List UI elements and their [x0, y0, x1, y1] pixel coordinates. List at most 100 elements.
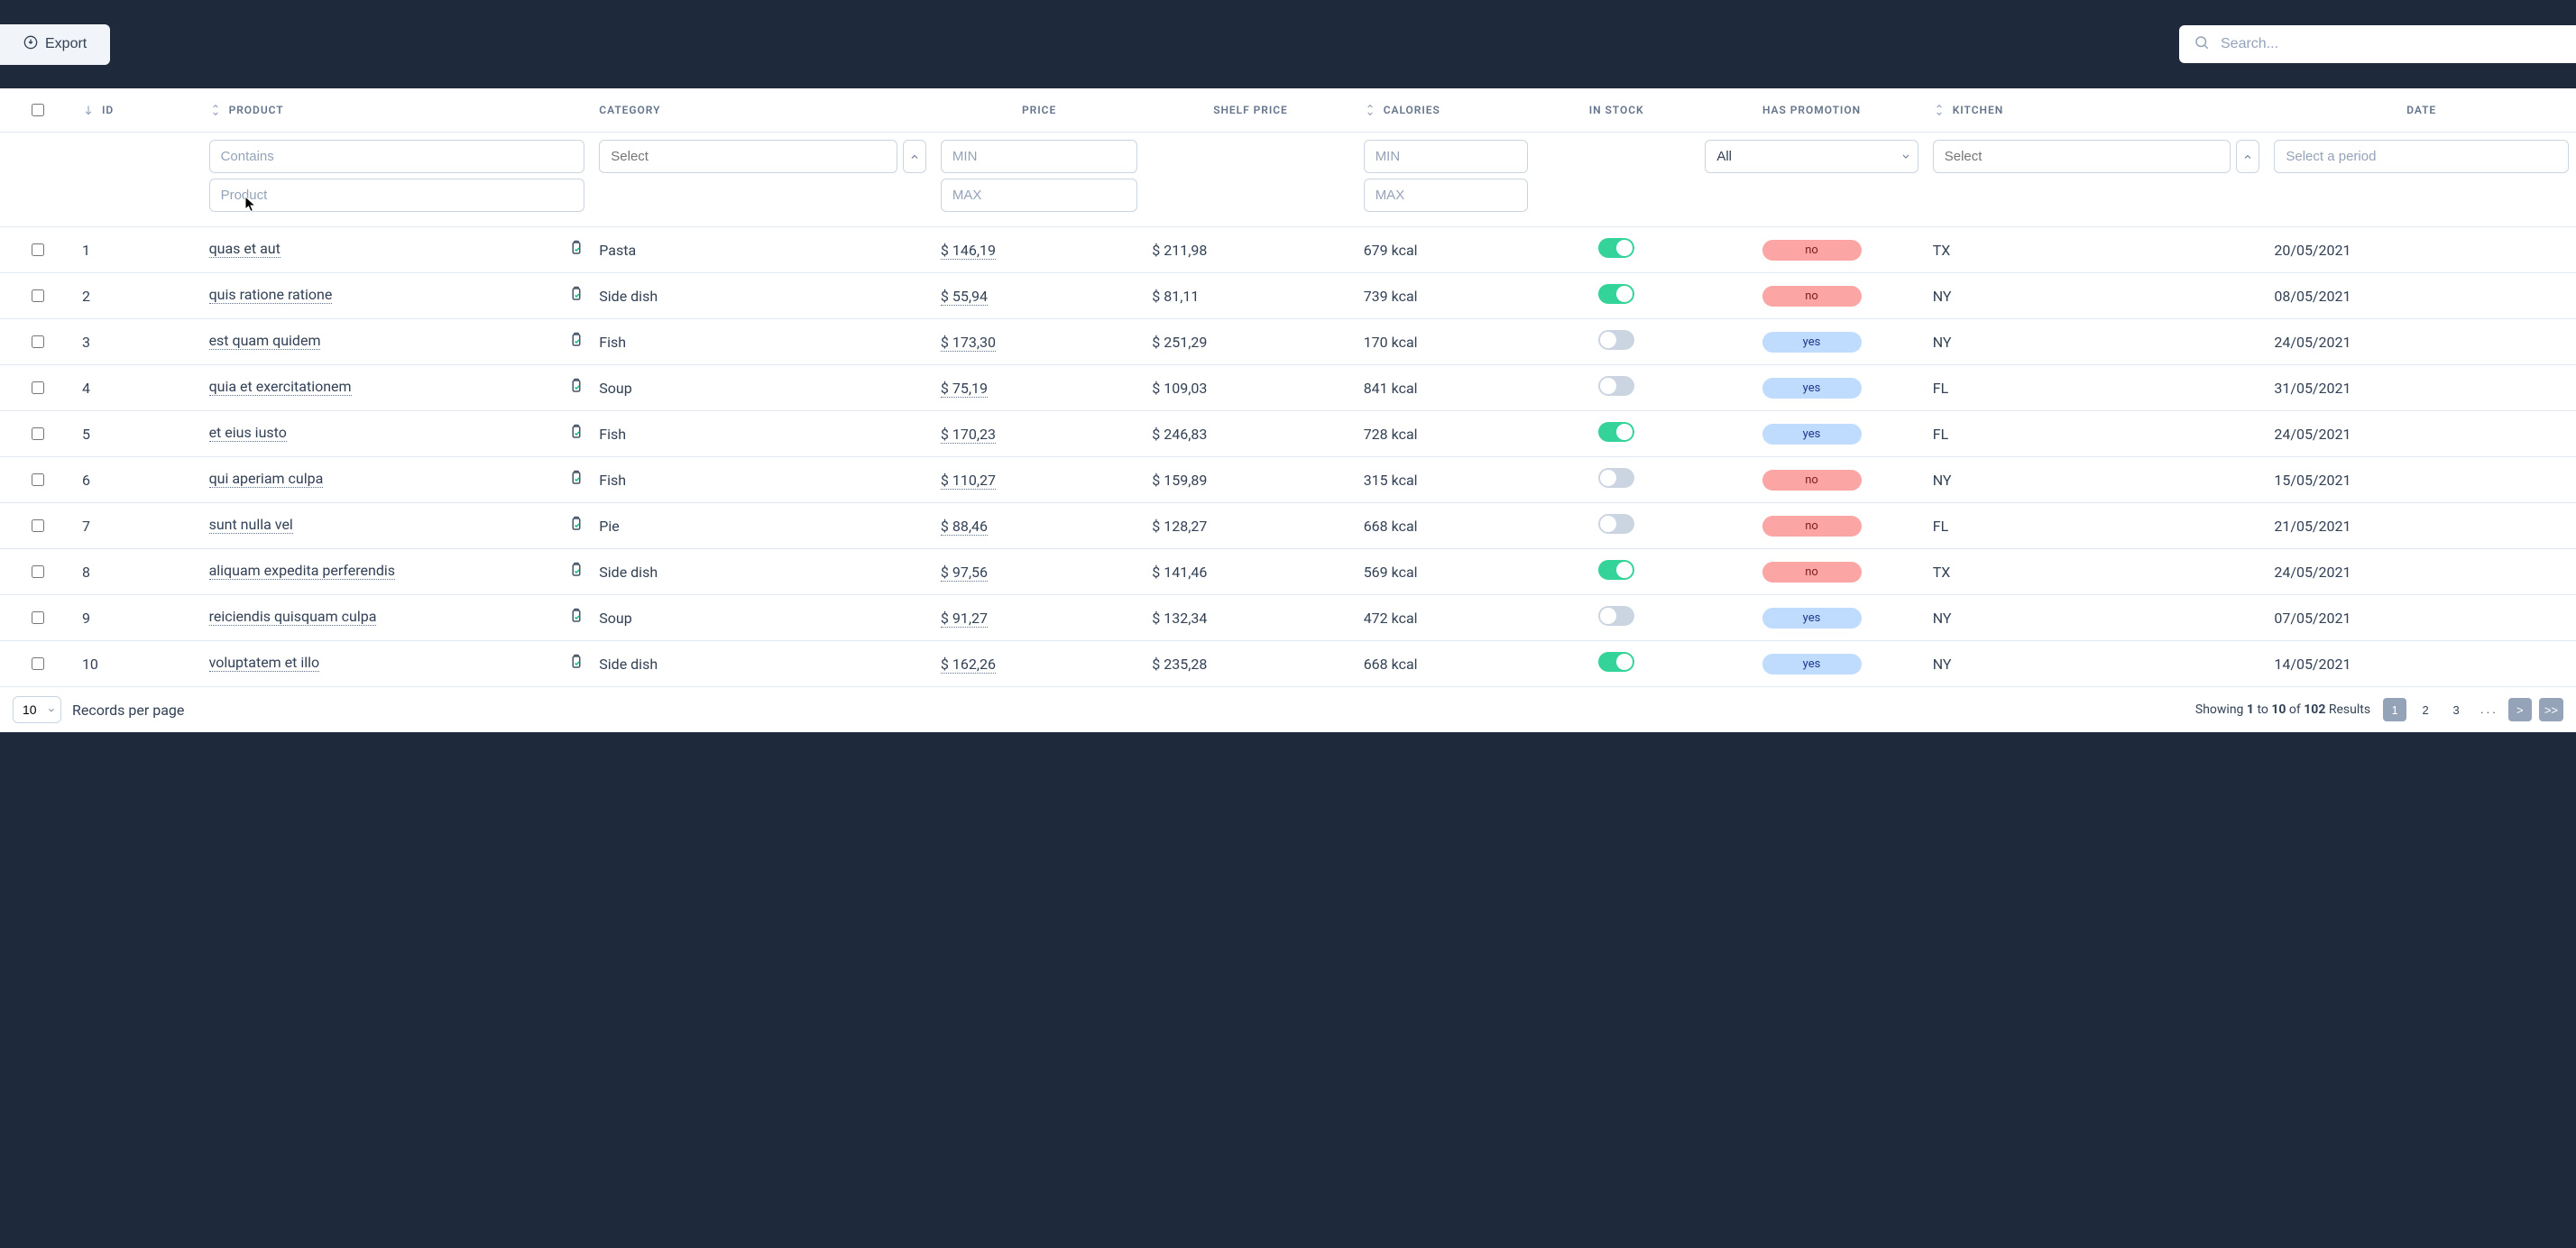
filter-product[interactable]: [209, 179, 585, 212]
filter-kitchen[interactable]: [1933, 140, 2231, 173]
cell-kitchen: FL: [1926, 411, 2268, 457]
table-row: 1quas et autPasta$ 146,19$ 211,98679 kca…: [0, 227, 2576, 273]
cell-id: 10: [75, 641, 202, 687]
in-stock-toggle[interactable]: [1598, 514, 1634, 534]
per-page-select[interactable]: 10: [13, 696, 61, 723]
in-stock-toggle[interactable]: [1598, 560, 1634, 580]
in-stock-toggle[interactable]: [1598, 468, 1634, 488]
product-link[interactable]: et eius iusto: [209, 424, 287, 442]
cell-price: $ 75,19: [934, 365, 1145, 411]
search-input[interactable]: [2219, 35, 2562, 53]
row-checkbox[interactable]: [32, 611, 44, 624]
product-link[interactable]: quia et exercitationem: [209, 378, 352, 396]
product-link[interactable]: sunt nulla vel: [209, 516, 293, 534]
row-checkbox[interactable]: [32, 427, 44, 440]
data-table: ID PRODUCT CATEGORY PRICE SHELF PRICE CA…: [0, 88, 2576, 687]
page-2-button[interactable]: 2: [2414, 698, 2437, 721]
filter-calories-max[interactable]: [1364, 179, 1528, 212]
export-button[interactable]: Export: [0, 24, 110, 65]
cell-date: 15/05/2021: [2267, 457, 2576, 503]
cell-kitchen: NY: [1926, 319, 2268, 365]
cell-category: Side dish: [592, 273, 934, 319]
clipboard-check-icon[interactable]: [568, 286, 584, 306]
chevron-up-icon[interactable]: [2236, 140, 2259, 173]
col-price: PRICE: [934, 88, 1145, 133]
filter-price-min[interactable]: [941, 140, 1137, 173]
product-link[interactable]: qui aperiam culpa: [209, 470, 324, 488]
clipboard-check-icon[interactable]: [568, 240, 584, 260]
promotion-badge: no: [1762, 562, 1862, 583]
cell-kitchen: NY: [1926, 641, 2268, 687]
row-checkbox[interactable]: [32, 243, 44, 256]
filter-row: All: [0, 133, 2576, 227]
clipboard-check-icon[interactable]: [568, 378, 584, 398]
page-1-button[interactable]: 1: [2383, 698, 2406, 721]
row-checkbox[interactable]: [32, 519, 44, 532]
row-checkbox[interactable]: [32, 335, 44, 348]
row-checkbox[interactable]: [32, 473, 44, 486]
col-id[interactable]: ID: [75, 88, 202, 133]
cell-shelf-price: $ 81,11: [1145, 273, 1356, 319]
clipboard-check-icon[interactable]: [568, 516, 584, 536]
in-stock-toggle[interactable]: [1598, 422, 1634, 442]
cell-id: 9: [75, 595, 202, 641]
filter-promotion[interactable]: All: [1705, 140, 1918, 173]
clipboard-check-icon[interactable]: [568, 424, 584, 444]
cell-shelf-price: $ 246,83: [1145, 411, 1356, 457]
clipboard-check-icon[interactable]: [568, 562, 584, 582]
search-box[interactable]: [2179, 25, 2576, 63]
filter-category[interactable]: [599, 140, 897, 173]
product-link[interactable]: quas et aut: [209, 240, 281, 258]
promotion-badge: yes: [1762, 424, 1862, 445]
in-stock-toggle[interactable]: [1598, 606, 1634, 626]
next-page-button[interactable]: >: [2508, 698, 2532, 721]
page-3-button[interactable]: 3: [2444, 698, 2468, 721]
row-checkbox[interactable]: [32, 289, 44, 302]
in-stock-toggle[interactable]: [1598, 284, 1634, 304]
cell-date: 07/05/2021: [2267, 595, 2576, 641]
table-row: 5et eius iustoFish$ 170,23$ 246,83728 kc…: [0, 411, 2576, 457]
table-body: 1quas et autPasta$ 146,19$ 211,98679 kca…: [0, 227, 2576, 687]
col-calories[interactable]: CALORIES: [1357, 88, 1535, 133]
chevron-up-icon[interactable]: [903, 140, 926, 173]
cell-kitchen: TX: [1926, 549, 2268, 595]
promotion-badge: yes: [1762, 332, 1862, 353]
cell-price: $ 91,27: [934, 595, 1145, 641]
product-link[interactable]: aliquam expedita perferendis: [209, 562, 395, 580]
in-stock-toggle[interactable]: [1598, 376, 1634, 396]
cell-calories: 739 kcal: [1357, 273, 1535, 319]
clipboard-check-icon[interactable]: [568, 608, 584, 628]
row-checkbox[interactable]: [32, 565, 44, 578]
cell-kitchen: NY: [1926, 273, 2268, 319]
cell-date: 24/05/2021: [2267, 549, 2576, 595]
table-row: 9reiciendis quisquam culpaSoup$ 91,27$ 1…: [0, 595, 2576, 641]
table-row: 6qui aperiam culpaFish$ 110,27$ 159,8931…: [0, 457, 2576, 503]
product-link[interactable]: voluptatem et illo: [209, 654, 320, 672]
in-stock-toggle[interactable]: [1598, 238, 1634, 258]
clipboard-check-icon[interactable]: [568, 332, 584, 352]
product-link[interactable]: est quam quidem: [209, 332, 321, 350]
cell-kitchen: NY: [1926, 457, 2268, 503]
select-all-checkbox[interactable]: [32, 104, 44, 116]
filter-date[interactable]: [2274, 140, 2569, 173]
col-shelf-price: SHELF PRICE: [1145, 88, 1356, 133]
col-kitchen[interactable]: KITCHEN: [1926, 88, 2268, 133]
promotion-badge: yes: [1762, 608, 1862, 629]
clipboard-check-icon[interactable]: [568, 470, 584, 490]
per-page-label: Records per page: [72, 702, 184, 719]
clipboard-check-icon[interactable]: [568, 654, 584, 674]
col-product[interactable]: PRODUCT: [202, 88, 593, 133]
row-checkbox[interactable]: [32, 657, 44, 670]
product-link[interactable]: reiciendis quisquam culpa: [209, 608, 377, 626]
product-link[interactable]: quis ratione ratione: [209, 286, 333, 304]
in-stock-toggle[interactable]: [1598, 330, 1634, 350]
last-page-button[interactable]: >>: [2539, 698, 2563, 721]
promotion-badge: no: [1762, 470, 1862, 491]
table-row: 3est quam quidemFish$ 173,30$ 251,29170 …: [0, 319, 2576, 365]
filter-price-max[interactable]: [941, 179, 1137, 212]
cell-calories: 315 kcal: [1357, 457, 1535, 503]
filter-calories-min[interactable]: [1364, 140, 1528, 173]
row-checkbox[interactable]: [32, 381, 44, 394]
filter-contains[interactable]: [209, 140, 585, 173]
in-stock-toggle[interactable]: [1598, 652, 1634, 672]
